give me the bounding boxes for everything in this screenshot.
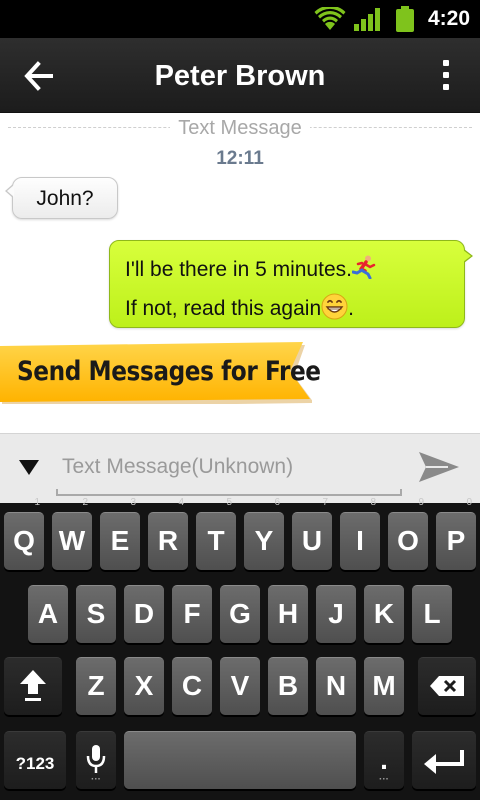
key-v[interactable]: V: [220, 657, 260, 715]
message-thread[interactable]: Text Message 12:11 John? I'll be there i…: [0, 113, 480, 433]
key-p[interactable]: 0P: [436, 497, 476, 570]
key-w[interactable]: 2W: [52, 497, 92, 570]
battery-icon: [396, 6, 414, 32]
more-keys-indicator: ···: [91, 774, 101, 785]
key-b[interactable]: B: [268, 657, 308, 715]
shift-key[interactable]: [4, 657, 62, 715]
microphone-icon: [86, 745, 106, 773]
voice-input-key[interactable]: ···: [76, 731, 116, 789]
outgoing-message-text: .: [348, 297, 354, 320]
wifi-icon: [314, 7, 346, 30]
outgoing-message-bubble[interactable]: I'll be there in 5 minutes. If not, read…: [109, 240, 473, 328]
key-z[interactable]: Z: [76, 657, 116, 715]
channel-label: Text Message: [170, 117, 310, 139]
outgoing-message-text: If not, read this again: [125, 297, 322, 320]
expand-triangle-icon[interactable]: [18, 458, 40, 476]
key-d[interactable]: D: [124, 585, 164, 643]
key-h[interactable]: H: [268, 585, 308, 643]
key-n[interactable]: N: [316, 657, 356, 715]
key-j[interactable]: J: [316, 585, 356, 643]
key-a[interactable]: A: [28, 585, 68, 643]
incoming-message-text: John?: [36, 187, 94, 210]
key-x[interactable]: X: [124, 657, 164, 715]
shift-arrow-icon: [20, 670, 46, 701]
signal-icon: [354, 8, 380, 31]
space-key[interactable]: [124, 731, 356, 789]
key-q[interactable]: 1Q: [4, 497, 44, 570]
message-timestamp: 12:11: [216, 148, 264, 169]
status-bar: 4:20: [0, 0, 480, 38]
key-i[interactable]: 8I: [340, 497, 380, 570]
channel-label-row: Text Message: [0, 117, 480, 140]
key-s[interactable]: S: [76, 585, 116, 643]
key-o[interactable]: 9O: [388, 497, 428, 570]
incoming-message-bubble[interactable]: John?: [5, 177, 118, 219]
promo-banner-text: Send Messages for Free: [17, 356, 321, 387]
conversation-header: Peter Brown: [0, 38, 480, 113]
runner-emoji: [351, 255, 376, 279]
message-input-field[interactable]: [56, 446, 402, 496]
contact-name: Peter Brown: [154, 60, 326, 92]
soft-keyboard: 1Q 2W 3E 4R 5T 6Y 7U 8I 9O 0P A S D F G …: [0, 497, 480, 800]
key-m[interactable]: M: [364, 657, 404, 715]
key-c[interactable]: C: [172, 657, 212, 715]
period-key[interactable]: . ···: [364, 731, 404, 789]
outgoing-message-line: I'll be there in 5 minutes.: [125, 255, 378, 282]
backspace-key[interactable]: [418, 657, 476, 715]
grinning-face-emoji: [321, 293, 348, 320]
send-icon[interactable]: [418, 450, 460, 484]
backspace-icon: [430, 676, 464, 696]
enter-arrow-icon: [424, 750, 464, 774]
key-r[interactable]: 4R: [148, 497, 188, 570]
key-g[interactable]: G: [220, 585, 260, 643]
key-e[interactable]: 3E: [100, 497, 140, 570]
outgoing-message-line: If not, read this again .: [125, 293, 354, 321]
key-y[interactable]: 6Y: [244, 497, 284, 570]
more-keys-indicator: ···: [379, 774, 389, 785]
key-u[interactable]: 7U: [292, 497, 332, 570]
promo-banner[interactable]: Send Messages for Free: [0, 342, 321, 404]
symbols-key[interactable]: ?123: [4, 731, 66, 789]
enter-key[interactable]: [412, 731, 476, 789]
key-t[interactable]: 5T: [196, 497, 236, 570]
message-input[interactable]: [62, 452, 392, 482]
outgoing-message-text: I'll be there in 5 minutes.: [125, 258, 352, 281]
key-l[interactable]: L: [412, 585, 452, 643]
overflow-menu-icon[interactable]: [442, 60, 450, 94]
key-k[interactable]: K: [364, 585, 404, 643]
key-f[interactable]: F: [172, 585, 212, 643]
compose-bar: [0, 433, 480, 503]
status-clock: 4:20: [427, 7, 470, 30]
